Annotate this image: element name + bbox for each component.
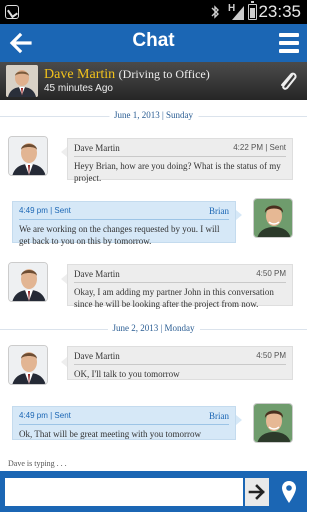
contact-name: Dave Martin	[44, 67, 116, 82]
sender-avatar[interactable]	[8, 345, 48, 385]
paperclip-icon[interactable]	[277, 69, 299, 93]
message-sender: Dave Martin	[74, 269, 120, 279]
message-text: Heyy Brian, how are you doing? What is t…	[74, 161, 281, 183]
app-bar: Chat	[0, 24, 307, 62]
signal-strength-icon	[232, 6, 244, 20]
notification-app-icon	[5, 5, 19, 19]
message-meta: 4:22 PM | Sent	[233, 143, 286, 152]
message-bubble-outgoing[interactable]: 4:49 pm | Sent Brian Ok, That will be gr…	[12, 406, 236, 440]
date-label: June 2, 2013 | Monday	[107, 323, 200, 333]
message-sender: Dave Martin	[74, 143, 120, 153]
send-button[interactable]	[245, 478, 269, 506]
sender-avatar[interactable]	[8, 262, 48, 302]
message-meta: 4:50 PM	[256, 269, 286, 278]
message-bubble-incoming[interactable]: Dave Martin 4:50 PM Okay, I am adding my…	[67, 264, 293, 309]
page-title: Chat	[132, 30, 175, 51]
message-meta: 4:49 pm | Sent	[19, 411, 71, 420]
send-arrow-icon	[248, 484, 265, 500]
sender-avatar[interactable]	[8, 136, 48, 176]
location-pin-icon[interactable]	[281, 480, 297, 504]
message-text: We are working on the changes requested …	[19, 224, 220, 246]
bubble-tail	[236, 415, 242, 425]
hamburger-menu-icon[interactable]	[279, 33, 299, 53]
message-text: Okay, I am adding my partner John in thi…	[74, 287, 274, 309]
date-divider: June 2, 2013 | Monday	[0, 323, 307, 335]
battery-icon	[248, 1, 257, 20]
message-sender: Brian	[209, 411, 229, 421]
contact-last-seen: 45 minutes Ago	[44, 83, 113, 94]
user-avatar[interactable]	[253, 403, 293, 443]
message-text: OK, I'll talk to you tomorrow	[74, 369, 180, 379]
message-bubble-incoming[interactable]: Dave Martin 4:50 PM OK, I'll talk to you…	[67, 346, 293, 380]
message-bubble-outgoing[interactable]: 4:49 pm | Sent Brian We are working on t…	[12, 201, 236, 246]
user-avatar[interactable]	[253, 198, 293, 238]
date-divider: June 1, 2013 | Sunday	[0, 110, 307, 122]
clock-time: 23:35	[258, 2, 301, 21]
contact-status: (Driving to Office)	[118, 67, 210, 81]
message-sender: Brian	[209, 206, 229, 216]
contact-header[interactable]: Dave Martin (Driving to Office) 45 minut…	[0, 62, 307, 100]
message-composer	[0, 471, 307, 512]
status-bar: H 23:35	[0, 0, 307, 24]
bluetooth-icon	[211, 5, 219, 19]
contact-name-line: Dave Martin (Driving to Office)	[44, 67, 210, 83]
bubble-tail	[236, 210, 242, 220]
message-meta: 4:49 pm | Sent	[19, 206, 71, 215]
typing-indicator: Dave is typing . . .	[8, 459, 67, 468]
date-label: June 1, 2013 | Sunday	[108, 110, 199, 120]
message-meta: 4:50 PM	[256, 351, 286, 360]
contact-avatar[interactable]	[6, 65, 38, 97]
message-bubble-incoming[interactable]: Dave Martin 4:22 PM | Sent Heyy Brian, h…	[67, 138, 293, 183]
message-sender: Dave Martin	[74, 351, 120, 361]
message-text: Ok, That will be great meeting with you …	[19, 429, 202, 439]
message-input[interactable]	[5, 478, 243, 506]
